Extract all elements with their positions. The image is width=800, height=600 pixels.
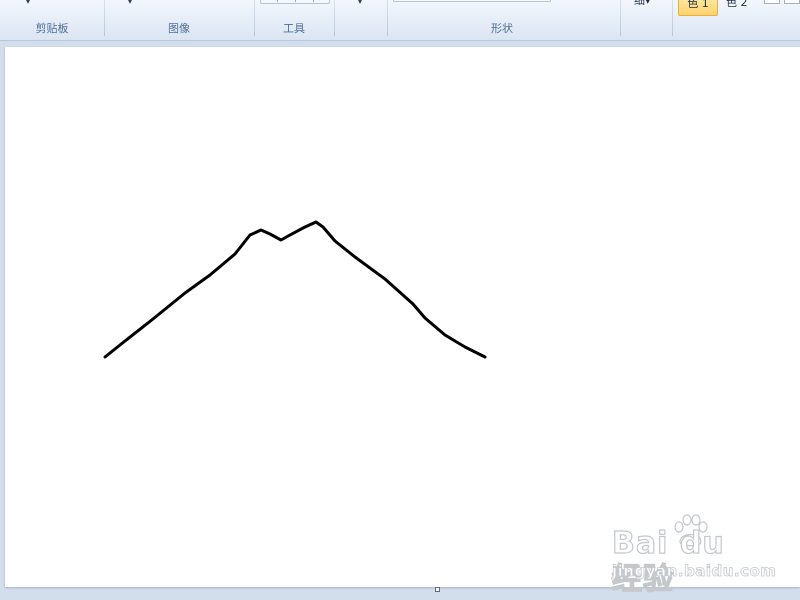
drawing-canvas[interactable] xyxy=(5,47,800,587)
color1-label: 色 1 xyxy=(687,0,709,10)
ribbon-separator xyxy=(387,0,388,36)
group-label-clipboard: 剪贴板 xyxy=(35,22,69,35)
group-label-image: 图像 xyxy=(168,22,190,35)
ribbon-separator xyxy=(254,0,255,36)
select-dropdown-arrow-icon[interactable]: ▾ xyxy=(128,0,132,7)
group-label-shapes: 形状 xyxy=(491,22,513,35)
brushes-dropdown-arrow-icon[interactable]: ▾ xyxy=(358,0,362,7)
canvas-workspace xyxy=(0,41,800,600)
color-swatch[interactable] xyxy=(764,0,780,4)
color2-label: 色 2 xyxy=(726,0,748,9)
size-button-label: 细 xyxy=(634,0,645,7)
color-swatch[interactable] xyxy=(784,0,800,4)
color2-button[interactable]: 色 2 xyxy=(726,0,756,12)
paste-dropdown-arrow-icon[interactable]: ▾ xyxy=(26,0,30,7)
freehand-stroke xyxy=(103,220,487,359)
ribbon-separator xyxy=(104,0,105,36)
ribbon-separator xyxy=(620,0,621,36)
canvas-resize-handle[interactable] xyxy=(435,587,440,592)
shapes-gallery[interactable] xyxy=(393,0,551,2)
tools-button-strip[interactable] xyxy=(260,0,330,4)
size-dropdown-arrow-icon: ▾ xyxy=(645,0,651,7)
ribbon-separator xyxy=(672,0,673,36)
drawing-layer xyxy=(103,220,487,359)
ribbon-separator xyxy=(334,0,335,36)
size-button[interactable]: 细▾ xyxy=(634,0,651,8)
color1-button[interactable]: 色 1 xyxy=(678,0,718,16)
tool-divider xyxy=(313,0,314,2)
ribbon-toolbar: ▾ 剪贴板 ▾ 图像 工具 ▾ 形状 细▾ 色 1 色 2 xyxy=(0,0,800,41)
group-label-tools: 工具 xyxy=(283,22,305,35)
tool-divider xyxy=(295,0,296,2)
tool-divider xyxy=(277,0,278,2)
